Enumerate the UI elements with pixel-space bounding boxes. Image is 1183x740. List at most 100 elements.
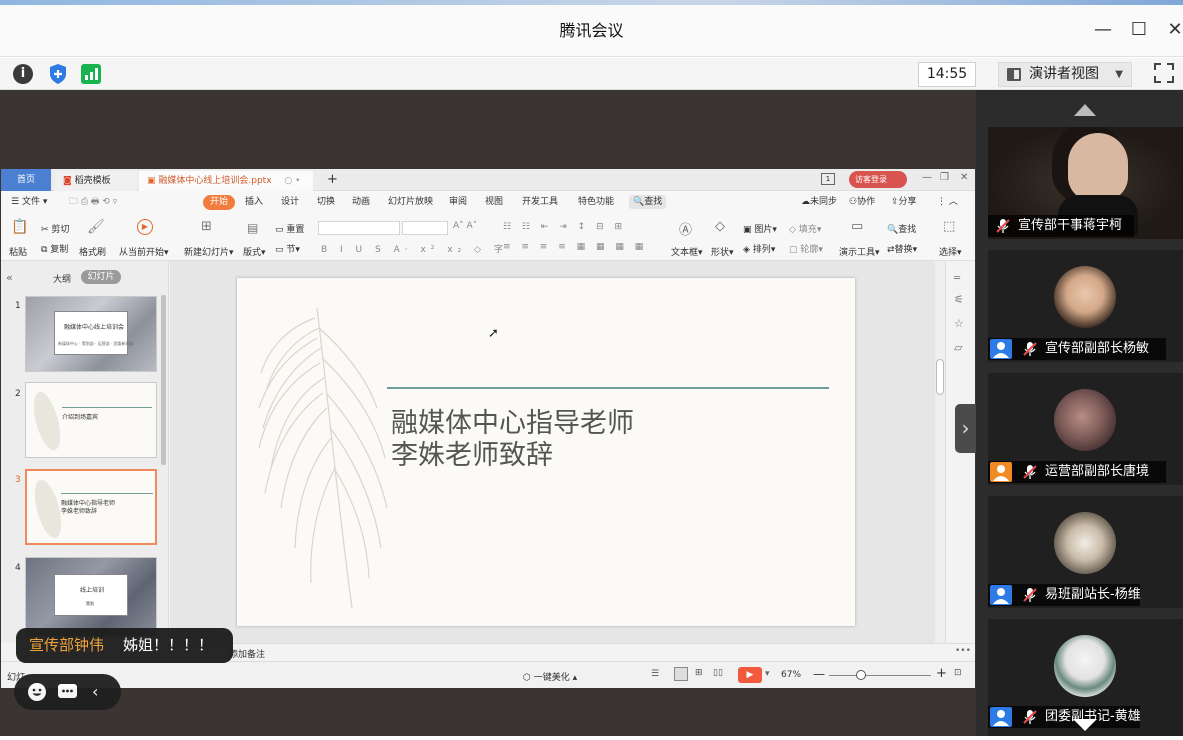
reading-view-icon[interactable]: ▯▯ [713, 668, 723, 678]
participant-tile[interactable]: 宣传部副部长杨敏 [988, 250, 1183, 362]
thumb-scrollbar[interactable] [161, 295, 166, 465]
picture-button[interactable]: ▣ 图片▾ [743, 222, 777, 235]
security-shield-icon[interactable] [48, 63, 68, 85]
shape-button[interactable]: 形状▾ [711, 245, 734, 258]
maximize-button[interactable]: ☐ [1124, 15, 1154, 45]
chat-bubble[interactable]: 宣传部钟伟 姊姐！！！！ [16, 628, 233, 663]
notes-bar[interactable]: 添加备注 ••• [169, 643, 975, 661]
tab-templates[interactable]: ◙ 稻壳模板 [55, 171, 137, 191]
format-painter-icon[interactable]: 🖌 [87, 219, 105, 235]
find-button[interactable]: 🔍查找 [887, 222, 916, 235]
fill-button[interactable]: ◇ 填充▾ [789, 222, 821, 235]
emoji-icon[interactable] [26, 682, 48, 702]
pin-icon[interactable]: ☆ [954, 317, 964, 330]
slide-editor-canvas[interactable]: 融媒体中心指导老师 李姝老师致辞 ➚ [170, 261, 936, 643]
participant-tile[interactable]: 易班副站长-杨维 [988, 496, 1183, 608]
comment-icon[interactable]: ▱ [954, 341, 962, 354]
sync-status[interactable]: ☁未同步 [801, 195, 837, 209]
menu-features[interactable]: 特色功能 [578, 195, 614, 209]
format-painter-button[interactable]: 格式刷 [79, 245, 106, 258]
window-count-icon[interactable]: 1 [821, 173, 835, 185]
select-button[interactable]: 选择▾ [939, 245, 962, 258]
settings-sliders-icon[interactable]: ⚟ [954, 293, 964, 306]
menu-file[interactable]: ☰ 文件 ▾ [11, 195, 47, 209]
slide-thumb-2[interactable]: 介绍到场嘉宾 [25, 382, 157, 458]
menu-design[interactable]: 设计 [281, 195, 299, 209]
arrange-button[interactable]: ◈ 排列▾ [743, 242, 775, 255]
scroll-up-icon[interactable] [1074, 104, 1096, 116]
participant-tile[interactable]: 宣传部干事蒋宇柯 [988, 127, 1183, 239]
collapse-gallery-button[interactable]: › [955, 404, 976, 453]
guest-login-button[interactable]: 访客登录 [849, 171, 907, 188]
share-button[interactable]: ⇪分享 [891, 195, 917, 209]
fullscreen-icon[interactable] [1154, 63, 1174, 83]
beautify-button[interactable]: ⬡ 一键美化 ▴ [523, 670, 577, 683]
slide-scrollbar-thumb[interactable] [936, 359, 944, 395]
info-icon[interactable]: i [13, 64, 33, 84]
paragraph-list-icons[interactable]: ☷ ☷ ⇤ ⇥ ↕ ⊟ ⊞ [503, 222, 626, 232]
play-icon[interactable]: ▶ [137, 219, 153, 235]
layout-grid-icon[interactable]: ▤ [247, 221, 258, 235]
present-tools-icon[interactable]: ▭ [851, 219, 863, 234]
copy-button[interactable]: ⧉ 复制 [41, 242, 68, 255]
sorter-view-icon[interactable]: ⊞ [695, 668, 703, 678]
menu-developer[interactable]: 开发工具 [522, 195, 558, 209]
font-size-adjust-icons[interactable]: A˄ A˅ [453, 221, 477, 231]
zoom-out-icon[interactable]: — [813, 667, 825, 681]
font-size-select[interactable] [402, 221, 448, 235]
slide-scrollbar[interactable] [935, 261, 945, 643]
menu-view[interactable]: 视图 [485, 195, 503, 209]
more-icon[interactable]: ⋮ ︿ [937, 195, 958, 209]
select-icon[interactable]: ⬚ [943, 219, 955, 234]
tab-file[interactable]: ▣ 融媒体中心线上培训会.pptx ○ • [139, 171, 313, 191]
wps-close-button[interactable]: ✕ [960, 172, 968, 183]
tab-close-icon[interactable]: ○ • [284, 176, 300, 186]
tab-slides[interactable]: 幻灯片 [81, 270, 121, 284]
text-format-icons[interactable]: B I U S A· x² x₂ ◇ 字 [321, 242, 508, 255]
menu-insert[interactable]: 插入 [245, 195, 263, 209]
collab-button[interactable]: ⚇协作 [849, 195, 875, 209]
new-tab-button[interactable]: + [319, 171, 346, 191]
reset-button[interactable]: ▭ 重置 [275, 222, 304, 235]
outline-button[interactable]: ▢ 轮廓▾ [789, 242, 823, 255]
wps-restore-button[interactable]: ❐ [940, 172, 949, 183]
replace-button[interactable]: ⇄替换▾ [887, 242, 917, 255]
menu-animation[interactable]: 动画 [352, 195, 370, 209]
zoom-slider-thumb[interactable] [856, 670, 866, 680]
new-slide-button[interactable]: 新建幻灯片▾ [184, 245, 234, 258]
scroll-down-icon[interactable] [1073, 719, 1097, 731]
menu-start[interactable]: 开始 [203, 195, 235, 210]
collapse-pane-icon[interactable]: « [6, 271, 13, 284]
zoom-slider[interactable] [829, 675, 931, 676]
slide-title[interactable]: 融媒体中心指导老师 李姝老师致辞 [391, 408, 634, 472]
slideshow-play-button[interactable]: ▶ [738, 667, 762, 683]
wps-minimize-button[interactable]: — [922, 172, 932, 183]
menu-find[interactable]: 🔍查找 [629, 195, 667, 209]
zoom-in-icon[interactable]: + [936, 666, 947, 681]
paste-icon[interactable]: 📋 [11, 219, 28, 235]
close-button[interactable]: ✕ [1160, 15, 1183, 45]
menu-transition[interactable]: 切换 [317, 195, 335, 209]
textbox-button[interactable]: 文本框▾ [671, 245, 703, 258]
minimize-button[interactable]: — [1088, 15, 1118, 45]
slide-thumb-1[interactable]: 融媒体中心线上培训会 新媒体中心 · 策划部 · 运营部 · 团委新闻部 [25, 296, 157, 372]
new-slide-icon[interactable]: ⊞ [201, 219, 212, 234]
cut-button[interactable]: ✂ 剪切 [41, 222, 69, 235]
tab-outline[interactable]: 大纲 [53, 272, 71, 285]
menu-review[interactable]: 审阅 [449, 195, 467, 209]
normal-view-icon[interactable] [674, 667, 688, 681]
chat-icon[interactable] [57, 682, 79, 702]
present-tools-button[interactable]: 演示工具▾ [839, 245, 880, 258]
fit-window-icon[interactable]: ⊡ [954, 668, 962, 678]
participant-tile[interactable]: 运营部副部长唐境 [988, 373, 1183, 485]
quick-access-icons[interactable]: 🗀 ⎙ 🖶 ⟲ ▿ [69, 195, 117, 209]
font-name-select[interactable] [318, 221, 400, 235]
more-dots-icon[interactable]: ••• [955, 646, 971, 656]
slide-thumb-4[interactable]: 线上培训 策划 [25, 557, 157, 637]
view-mode-dropdown[interactable]: 演讲者视图 ▼ [998, 62, 1132, 87]
paste-button[interactable]: 粘贴 [9, 245, 27, 258]
sidebar-menu-icon[interactable]: ═ [954, 273, 960, 284]
paragraph-align-icons[interactable]: ≡ ≡ ≡ ≡ ▦ ▦ ▦ ▦ [503, 242, 647, 252]
layout-button[interactable]: 版式▾ [243, 245, 266, 258]
tab-home[interactable]: 首页 [1, 169, 51, 191]
